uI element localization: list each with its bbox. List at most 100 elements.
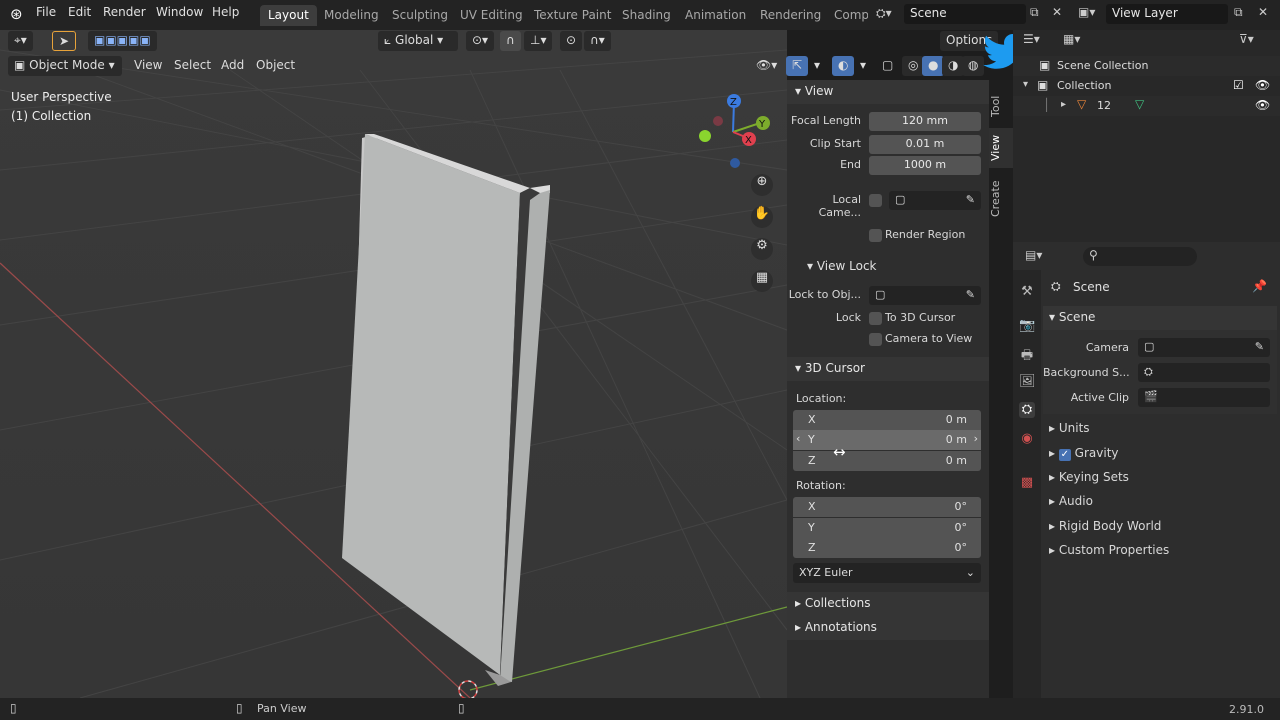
- tab-view[interactable]: View: [989, 128, 1013, 168]
- menu-window[interactable]: Window: [156, 5, 203, 19]
- tab-create[interactable]: Create: [989, 174, 1013, 224]
- menu-help[interactable]: Help: [212, 5, 239, 19]
- expand-arrow-icon[interactable]: ▾: [1023, 79, 1028, 90]
- world-icon[interactable]: ◉: [1019, 431, 1035, 447]
- active-clip-field[interactable]: 🎬: [1138, 388, 1270, 407]
- tab-rendering[interactable]: Rendering: [752, 5, 829, 26]
- audio-panel-header[interactable]: ▸ Audio: [1049, 494, 1093, 508]
- tab-shading[interactable]: Shading: [614, 5, 679, 26]
- tab-uv-editing[interactable]: UV Editing: [452, 5, 531, 26]
- checkbox-checked-icon[interactable]: ☑: [1233, 78, 1244, 92]
- snap-icon[interactable]: ∩: [500, 31, 521, 51]
- units-panel-header[interactable]: ▸ Units: [1049, 421, 1090, 435]
- cursor-location-x[interactable]: X 0 m: [793, 410, 981, 430]
- rigid-body-world-panel-header[interactable]: ▸ Rigid Body World: [1049, 519, 1161, 533]
- transform-orientation[interactable]: ⟀ Global ▾: [378, 31, 458, 51]
- tool-settings-icon[interactable]: ⚒: [1019, 284, 1035, 300]
- custom-properties-panel-header[interactable]: ▸ Custom Properties: [1049, 543, 1169, 557]
- gizmo-toggle-icon[interactable]: ⇱: [786, 56, 809, 76]
- left-arrow-icon[interactable]: ‹: [796, 432, 800, 445]
- outliner-row-collection[interactable]: ▾ ▣ Collection ☑ 👁: [1013, 76, 1280, 96]
- gravity-panel-header[interactable]: ▸ ✓ Gravity: [1049, 446, 1119, 461]
- overlays-dropdown-icon[interactable]: ▾: [854, 56, 872, 76]
- tab-animation[interactable]: Animation: [677, 5, 754, 26]
- cursor-rotation-x[interactable]: X 0°: [793, 497, 981, 517]
- gizmo-dropdown-icon[interactable]: ▾: [808, 56, 826, 76]
- tab-compositing[interactable]: Comp: [826, 5, 868, 26]
- output-icon[interactable]: 🖶: [1019, 346, 1035, 363]
- clip-end-field[interactable]: 1000 m: [869, 156, 981, 175]
- new-view-layer-icon[interactable]: ⧉: [1234, 5, 1243, 20]
- keying-sets-panel-header[interactable]: ▸ Keying Sets: [1049, 470, 1129, 484]
- blender-logo-icon[interactable]: ⊛: [10, 5, 23, 23]
- render-icon[interactable]: 📷: [1019, 318, 1035, 334]
- menu-file[interactable]: File: [36, 5, 56, 19]
- view-layer-browse-icon[interactable]: ▣▾: [1078, 5, 1095, 19]
- menu-render[interactable]: Render: [103, 5, 146, 19]
- menu-object[interactable]: Object: [256, 58, 295, 72]
- pivot-icon[interactable]: ⊙▾: [466, 31, 495, 51]
- outliner-row-object[interactable]: │ ▸ ▽ 12 ▽ 👁: [1013, 96, 1280, 116]
- menu-edit[interactable]: Edit: [68, 5, 91, 19]
- pan-hand-icon[interactable]: ✋: [751, 206, 773, 228]
- cursor-rotation-y[interactable]: Y 0°: [793, 518, 981, 538]
- cursor-location-y[interactable]: ‹ Y 0 m ›: [793, 430, 981, 450]
- annotations-section-header[interactable]: ▸ Annotations: [787, 616, 989, 640]
- scene-browse-icon[interactable]: ⛭▾: [876, 6, 892, 21]
- cursor-section-header[interactable]: ▾ 3D Cursor: [787, 357, 989, 381]
- menu-select[interactable]: Select: [174, 58, 211, 72]
- menu-view[interactable]: View: [134, 58, 162, 72]
- outliner-row-scene-collection[interactable]: ▣ Scene Collection: [1013, 56, 1280, 76]
- xray-toggle-icon[interactable]: ▢: [876, 56, 899, 76]
- focal-length-field[interactable]: 120 mm: [869, 112, 981, 131]
- cursor-location-z[interactable]: Z 0 m: [793, 451, 981, 471]
- view-lock-header[interactable]: ▾ View Lock: [807, 259, 877, 273]
- outliner-display-icon[interactable]: ▦▾: [1063, 32, 1080, 46]
- delete-scene-icon[interactable]: ✕: [1052, 5, 1062, 19]
- pin-icon[interactable]: 📌: [1252, 279, 1267, 293]
- new-scene-icon[interactable]: ⧉: [1030, 5, 1039, 20]
- gravity-checkbox[interactable]: ✓: [1058, 449, 1071, 461]
- clip-start-field[interactable]: 0.01 m: [869, 135, 981, 154]
- view-section-header[interactable]: ▾ View: [787, 80, 989, 104]
- navigation-gizmo[interactable]: Z Y X: [690, 90, 780, 180]
- delete-view-layer-icon[interactable]: ✕: [1258, 5, 1268, 19]
- eye-icon[interactable]: 👁: [1255, 98, 1270, 112]
- background-scene-field[interactable]: ⛭: [1138, 363, 1270, 382]
- collections-section-header[interactable]: ▸ Collections: [787, 592, 989, 616]
- right-arrow-icon[interactable]: ›: [974, 432, 978, 445]
- to-3d-cursor-checkbox[interactable]: [869, 312, 882, 325]
- tab-tool[interactable]: Tool: [989, 86, 1013, 126]
- eye-icon[interactable]: 👁: [1255, 78, 1270, 92]
- overlays-toggle-icon[interactable]: ◐: [832, 56, 855, 76]
- 3d-viewport[interactable]: User Perspective (1) Collection Z Y X ⊕ …: [0, 30, 787, 698]
- zoom-icon[interactable]: ⊕: [751, 174, 773, 196]
- texture-icon[interactable]: ▩: [1019, 475, 1035, 491]
- tab-layout[interactable]: Layout: [260, 5, 317, 26]
- view-object-types-icon[interactable]: 👁▾: [750, 56, 783, 76]
- snap-target-icon[interactable]: ⊥▾: [524, 31, 553, 51]
- grid-view-icon[interactable]: ▦: [751, 270, 773, 292]
- view-layer-selector[interactable]: View Layer: [1106, 4, 1228, 24]
- local-camera-checkbox[interactable]: [869, 194, 882, 207]
- proportional-edit-icon[interactable]: ⊙: [560, 31, 583, 51]
- cursor-rotation-z[interactable]: Z 0°: [793, 538, 981, 558]
- tab-texture-paint[interactable]: Texture Paint: [526, 5, 619, 26]
- outliner-editor-icon[interactable]: ☰▾: [1023, 32, 1040, 46]
- render-region-checkbox[interactable]: [869, 229, 882, 242]
- scene-panel-header[interactable]: ▾ Scene: [1043, 306, 1277, 330]
- local-camera-field[interactable]: ▢ ✎: [889, 191, 981, 210]
- camera-view-icon[interactable]: ⚙: [751, 238, 773, 260]
- properties-search[interactable]: ⚲: [1083, 247, 1197, 266]
- tab-modeling[interactable]: Modeling: [316, 5, 387, 26]
- menu-add[interactable]: Add: [221, 58, 244, 72]
- object-mode-dropdown[interactable]: ▣ Object Mode ▾: [8, 56, 122, 76]
- outliner-filter-icon[interactable]: ⊽▾: [1239, 32, 1254, 46]
- view-layer-icon[interactable]: 🖼: [1019, 374, 1036, 390]
- lock-to-object-field[interactable]: ▢ ✎: [869, 286, 981, 305]
- selection-mode-icons[interactable]: ▣▣▣▣▣: [88, 31, 157, 51]
- scene-selector[interactable]: Scene: [904, 4, 1026, 24]
- select-tool-icon[interactable]: ➤: [52, 31, 77, 51]
- falloff-icon[interactable]: ∩▾: [584, 31, 611, 51]
- rotation-mode-dropdown[interactable]: XYZ Euler ⌄: [793, 563, 981, 583]
